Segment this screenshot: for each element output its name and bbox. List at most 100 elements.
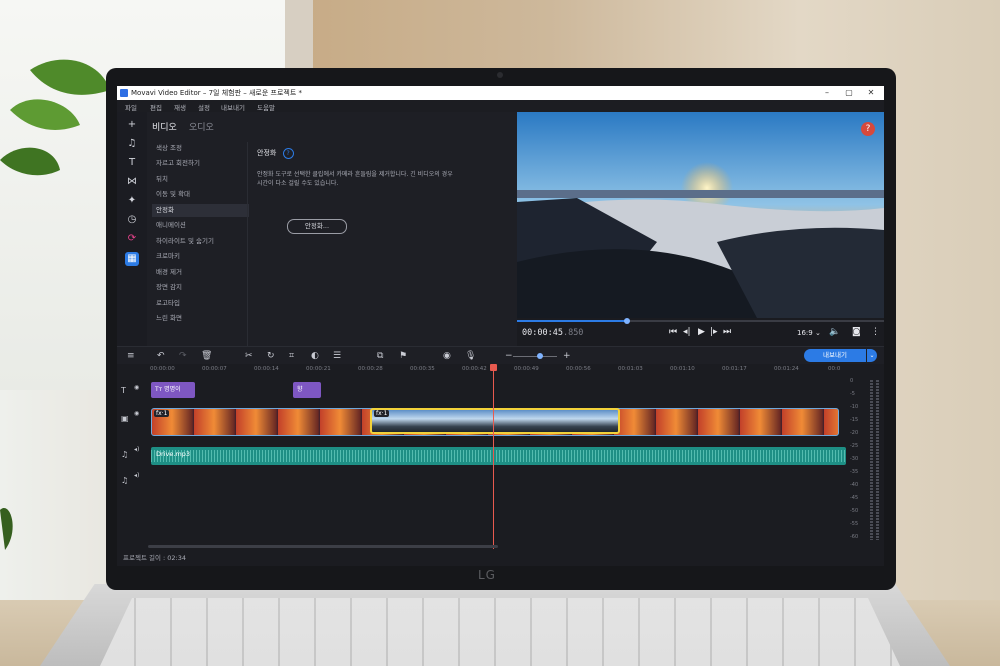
menu-edit[interactable]: 편집 xyxy=(150,102,162,112)
audio-waveform xyxy=(151,450,846,462)
undo-icon[interactable]: ↶ xyxy=(157,351,165,361)
meter-label: -55 xyxy=(850,521,859,527)
next-frame-icon[interactable]: |▸ xyxy=(710,327,718,337)
audio-clip[interactable]: Drive.mp3 xyxy=(151,447,846,465)
tool-highlight[interactable]: 하이라이트 및 숨기기 xyxy=(152,235,249,248)
tool-logo[interactable]: 로고타입 xyxy=(152,297,249,310)
clip-properties-icon[interactable]: ◐ xyxy=(311,351,319,361)
speaker-icon[interactable]: ◂) xyxy=(134,472,139,479)
eye-icon[interactable]: ◉ xyxy=(134,384,139,391)
redo-icon[interactable]: ↷ xyxy=(179,351,187,361)
zoom-in-icon[interactable]: + xyxy=(563,351,571,361)
stickers-icon[interactable]: ◷ xyxy=(125,213,139,227)
track-list-icon[interactable]: ≡ xyxy=(127,351,135,361)
ruler-tick: 00:00:35 xyxy=(410,366,435,372)
tab-video[interactable]: 비디오 xyxy=(152,120,177,133)
close-icon[interactable]: ✕ xyxy=(861,87,881,99)
music-icon[interactable]: ♫ xyxy=(125,137,139,151)
zoom-slider[interactable] xyxy=(513,356,557,357)
audio-track-icon: ♫ xyxy=(121,476,129,485)
selected-video-clip[interactable] xyxy=(370,408,620,434)
plant-leaves xyxy=(0,59,110,550)
timeline-scrollbar[interactable] xyxy=(148,545,498,548)
keyboard xyxy=(100,598,900,666)
title-clip[interactable]: Tт 명명이 xyxy=(151,382,195,398)
lg-logo: LG xyxy=(478,568,496,582)
ruler-tick: 00:00:00 xyxy=(150,366,175,372)
volume-icon[interactable]: 🔈 xyxy=(829,327,840,337)
more-tools-icon[interactable]: ▦ xyxy=(125,252,139,266)
sunset-frame xyxy=(517,112,884,318)
video-preview: ? xyxy=(517,112,884,318)
info-icon[interactable]: ? xyxy=(282,148,294,159)
more-menu-icon[interactable]: ⋮ xyxy=(871,327,880,337)
tool-pan-zoom[interactable]: 이동 및 확대 xyxy=(152,188,249,201)
menu-help[interactable]: 도움말 xyxy=(257,102,275,112)
overlay-icon[interactable]: ⧉ xyxy=(377,351,383,361)
tool-crop[interactable]: 자르고 회전하기 xyxy=(152,157,249,170)
microphone-icon[interactable]: 🎙 xyxy=(465,351,476,361)
playhead-handle[interactable] xyxy=(490,364,497,371)
tab-audio[interactable]: 오디오 xyxy=(189,120,214,133)
timecode: 00:00:45.850 xyxy=(522,328,584,338)
prev-frame-icon[interactable]: ◂| xyxy=(683,327,691,337)
meter-label: -60 xyxy=(850,534,859,540)
speaker-icon[interactable]: ◂) xyxy=(134,446,139,453)
menu-play[interactable]: 재생 xyxy=(174,102,186,112)
tool-chroma[interactable]: 크로마키 xyxy=(152,250,249,263)
panel-divider xyxy=(247,142,248,346)
aspect-ratio-select[interactable]: 16:9 ⌄ xyxy=(797,329,821,337)
tool-bg-removal[interactable]: 배경 제거 xyxy=(152,266,249,279)
split-icon[interactable]: ✂ xyxy=(245,351,253,361)
tool-slow-motion[interactable]: 느린 화면 xyxy=(152,312,249,325)
scrubber-knob[interactable] xyxy=(624,318,631,324)
maximize-icon[interactable]: ▢ xyxy=(839,87,859,99)
meter-label: -50 xyxy=(850,508,859,514)
import-icon[interactable]: + xyxy=(125,118,139,132)
window-title: Movavi Video Editor – 7일 체험판 – 새로운 프로젝트 … xyxy=(131,89,302,97)
project-length: 프로젝트 길이 : 02:34 xyxy=(123,554,187,562)
menu-export[interactable]: 내보내기 xyxy=(221,102,245,112)
menu-bar: 파일 편집 재생 설정 내보내기 도움말 xyxy=(117,100,884,112)
time-ruler[interactable]: 00:00:00 00:00:07 00:00:14 00:00:21 00:0… xyxy=(148,364,848,378)
audio-track-icon: ♫ xyxy=(121,450,129,459)
tool-scene-detect[interactable]: 장면 감지 xyxy=(152,281,249,294)
playhead[interactable] xyxy=(490,364,497,549)
ruler-tick: 00:00:56 xyxy=(566,366,591,372)
settings-heading: 안정화 ? xyxy=(257,148,294,159)
preview-scrubber[interactable] xyxy=(517,318,884,324)
play-icon[interactable]: ▶ xyxy=(698,327,705,337)
webcam-icon[interactable]: ◉ xyxy=(443,351,451,361)
crop-icon[interactable]: ⌗ xyxy=(289,351,294,361)
record-icon[interactable]: ⟳ xyxy=(125,232,139,246)
skip-end-icon[interactable]: ⏭ xyxy=(723,327,731,337)
transitions-icon[interactable]: ⋈ xyxy=(125,175,139,189)
menu-settings[interactable]: 설정 xyxy=(198,102,210,112)
zoom-slider-knob[interactable] xyxy=(537,353,543,359)
titles-icon[interactable]: T xyxy=(125,156,139,170)
menu-file[interactable]: 파일 xyxy=(125,102,137,112)
tool-flip[interactable]: 뒤치 xyxy=(152,173,249,186)
export-button[interactable]: 내보내기 xyxy=(804,349,866,362)
left-toolbar: + ♫ T ⋈ ✦ ◷ ⟳ ▦ xyxy=(117,112,147,346)
zoom-out-icon[interactable]: − xyxy=(505,351,513,361)
snapshot-icon[interactable]: ◙ xyxy=(852,327,861,337)
minimize-icon[interactable]: – xyxy=(817,87,837,99)
tool-color[interactable]: 색상 조정 xyxy=(152,142,249,155)
tool-animation[interactable]: 애니메이션 xyxy=(152,219,249,232)
help-icon[interactable]: ? xyxy=(861,122,875,136)
rotate-icon[interactable]: ↻ xyxy=(267,351,275,361)
adjust-icon[interactable]: ☰ xyxy=(333,351,341,361)
marker-icon[interactable]: ⚑ xyxy=(399,351,407,361)
delete-icon[interactable]: 🗑 xyxy=(201,351,212,361)
eye-icon[interactable]: ◉ xyxy=(134,410,139,417)
tool-stabilization[interactable]: 안정화 xyxy=(152,204,249,217)
effects-icon[interactable]: ✦ xyxy=(125,194,139,208)
ruler-tick: 00:00:14 xyxy=(254,366,279,372)
ruler-tick: 00:01:17 xyxy=(722,366,747,372)
export-dropdown-icon[interactable]: ⌄ xyxy=(867,349,877,362)
app-icon xyxy=(120,89,128,97)
stabilize-button[interactable]: 안정화... xyxy=(287,219,347,234)
skip-start-icon[interactable]: ⏮ xyxy=(669,327,677,337)
title-clip[interactable]: 향 xyxy=(293,382,321,398)
